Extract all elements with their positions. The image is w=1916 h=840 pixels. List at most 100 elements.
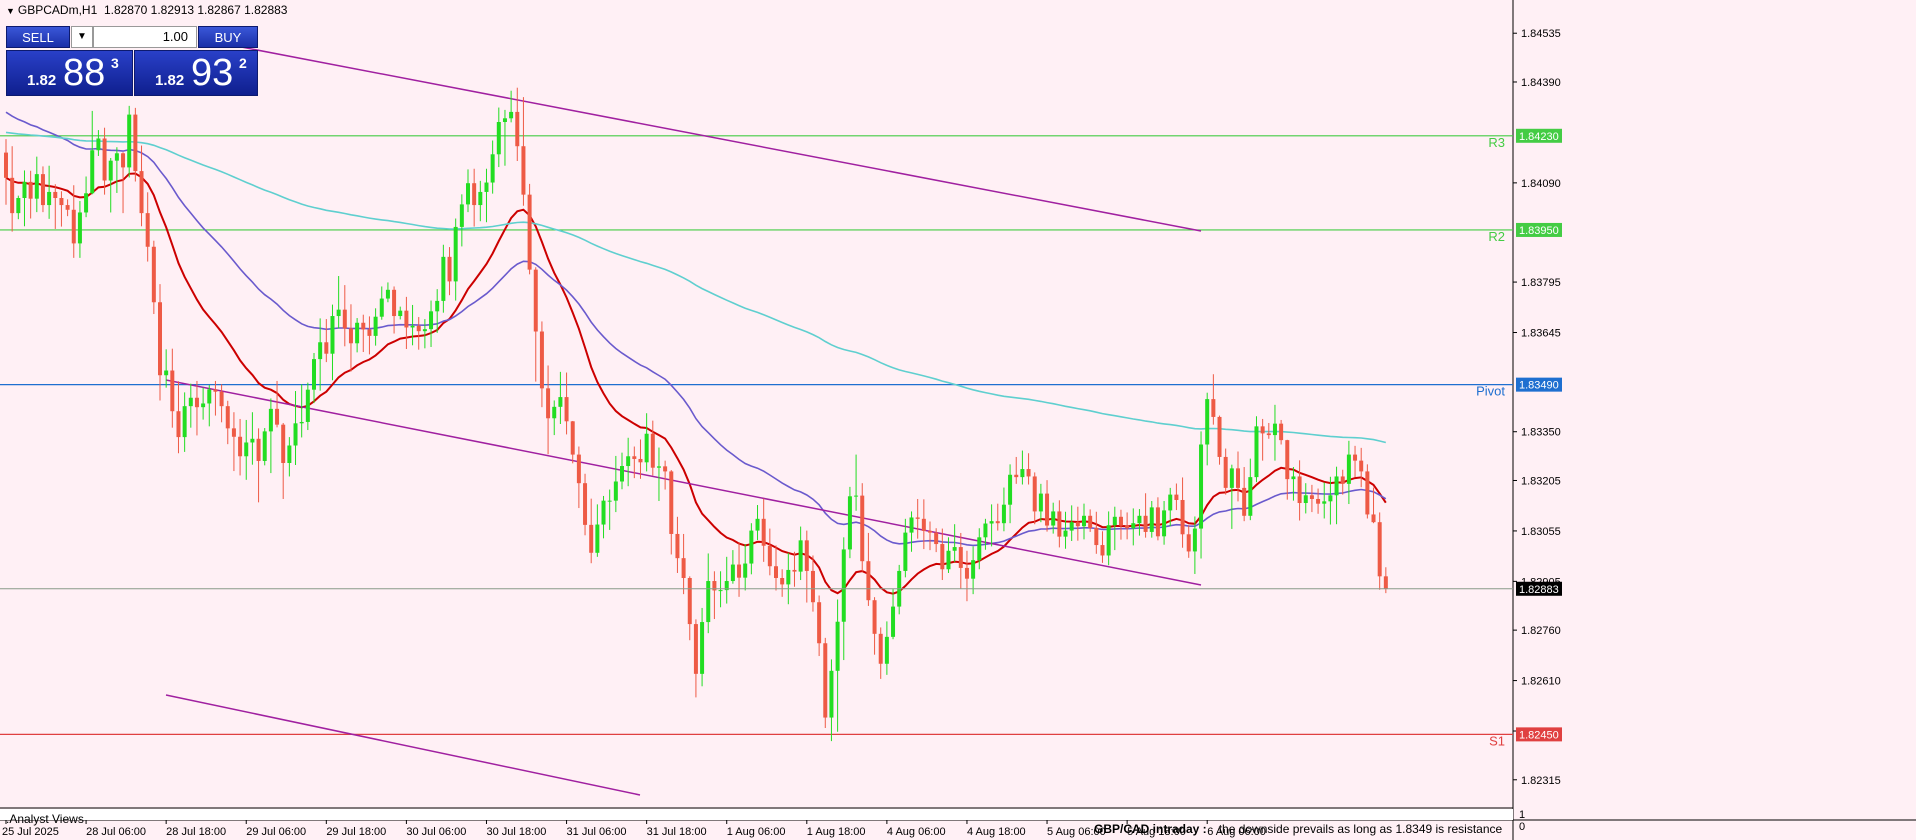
candle-body[interactable]	[1192, 528, 1197, 552]
candle-body[interactable]	[1125, 525, 1130, 529]
candle-body[interactable]	[59, 198, 64, 206]
candle-body[interactable]	[1038, 493, 1043, 512]
candle-body[interactable]	[459, 204, 464, 227]
candle-body[interactable]	[385, 289, 390, 299]
candle-body[interactable]	[964, 567, 969, 579]
candle-body[interactable]	[940, 544, 945, 570]
candle-body[interactable]	[847, 496, 852, 550]
candle-body[interactable]	[1143, 515, 1148, 532]
candle-body[interactable]	[891, 606, 896, 637]
candle-body[interactable]	[1063, 530, 1068, 537]
candle-body[interactable]	[601, 500, 606, 525]
candle-body[interactable]	[47, 191, 52, 206]
candle-body[interactable]	[392, 289, 397, 317]
candle-body[interactable]	[952, 547, 957, 551]
chart-window[interactable]: R3 R2 Pivot S1 1.84535 1.84390 1.84090 1.83795…	[0, 0, 1916, 840]
candle-body[interactable]	[1303, 495, 1308, 504]
buy-button[interactable]: BUY	[198, 26, 258, 48]
candle-body[interactable]	[767, 545, 772, 567]
candle-body[interactable]	[817, 602, 822, 644]
candle-body[interactable]	[546, 388, 551, 419]
candle-body[interactable]	[1383, 576, 1388, 589]
candle-body[interactable]	[330, 316, 335, 354]
candle-body[interactable]	[638, 458, 643, 463]
candle-body[interactable]	[737, 564, 742, 578]
candle-body[interactable]	[1316, 498, 1321, 504]
candle-body[interactable]	[564, 397, 569, 422]
candle-body[interactable]	[1377, 522, 1382, 577]
candle-body[interactable]	[435, 300, 440, 312]
sell-button[interactable]: SELL	[6, 26, 70, 48]
candle-body[interactable]	[478, 191, 483, 206]
candle-body[interactable]	[1057, 511, 1062, 537]
candle-body[interactable]	[1309, 495, 1314, 499]
candle-body[interactable]	[1168, 494, 1173, 511]
candle-body[interactable]	[804, 540, 809, 571]
candle-body[interactable]	[1266, 433, 1271, 436]
candle-body[interactable]	[416, 325, 421, 332]
candle-body[interactable]	[675, 533, 680, 559]
candle-body[interactable]	[1051, 511, 1056, 526]
candle-body[interactable]	[502, 118, 507, 123]
candle-body[interactable]	[133, 114, 138, 172]
candle-body[interactable]	[946, 550, 951, 570]
candle-body[interactable]	[158, 302, 162, 376]
candle-body[interactable]	[1291, 476, 1296, 480]
candle-body[interactable]	[730, 564, 735, 582]
candle-body[interactable]	[102, 138, 107, 181]
candle-body[interactable]	[1223, 456, 1228, 488]
candle-body[interactable]	[1236, 468, 1240, 488]
candle-body[interactable]	[687, 578, 692, 625]
candle-body[interactable]	[841, 549, 846, 622]
candle-body[interactable]	[373, 316, 378, 336]
candle-body[interactable]	[10, 177, 15, 214]
candle-body[interactable]	[77, 212, 82, 244]
candle-body[interactable]	[1199, 444, 1204, 529]
candle-body[interactable]	[1365, 471, 1370, 515]
candle-body[interactable]	[1217, 416, 1222, 457]
candle-body[interactable]	[1248, 477, 1253, 516]
candle-body[interactable]	[527, 194, 532, 270]
candle-body[interactable]	[860, 495, 865, 562]
candle-body[interactable]	[755, 518, 760, 531]
candle-body[interactable]	[34, 174, 39, 199]
candle-body[interactable]	[1205, 399, 1210, 445]
candle-body[interactable]	[484, 182, 489, 192]
candle-body[interactable]	[613, 481, 618, 501]
candle-body[interactable]	[355, 322, 360, 344]
candle-body[interactable]	[348, 328, 353, 344]
candle-body[interactable]	[176, 411, 181, 438]
candle-body[interactable]	[201, 403, 206, 408]
candle-body[interactable]	[1322, 501, 1327, 504]
candle-body[interactable]	[1001, 504, 1006, 524]
candle-body[interactable]	[921, 518, 926, 531]
candle-body[interactable]	[810, 570, 815, 603]
candle-body[interactable]	[909, 517, 914, 533]
candle-body[interactable]	[1106, 525, 1111, 556]
candle-body[interactable]	[1088, 515, 1093, 528]
candle-body[interactable]	[509, 111, 514, 119]
candle-body[interactable]	[1162, 510, 1167, 537]
candle-body[interactable]	[121, 153, 126, 168]
candle-body[interactable]	[410, 325, 415, 328]
buy-price-box[interactable]: 1.82 93 2	[134, 50, 258, 96]
candle-body[interactable]	[995, 521, 1000, 524]
candle-body[interactable]	[422, 329, 427, 332]
candle-body[interactable]	[490, 154, 495, 183]
candle-body[interactable]	[1371, 514, 1376, 523]
candle-body[interactable]	[324, 342, 329, 354]
candle-body[interactable]	[570, 421, 575, 455]
candle-body[interactable]	[1340, 476, 1345, 484]
candle-body[interactable]	[108, 160, 113, 181]
candle-body[interactable]	[472, 183, 477, 206]
candle-body[interactable]	[1254, 426, 1259, 478]
candle-body[interactable]	[299, 421, 304, 424]
candle-body[interactable]	[1279, 423, 1284, 441]
candle-body[interactable]	[22, 181, 27, 199]
candle-body[interactable]	[250, 438, 255, 443]
candle-body[interactable]	[983, 523, 988, 538]
candle-body[interactable]	[429, 311, 434, 330]
candle-body[interactable]	[145, 213, 150, 247]
candle-body[interactable]	[1100, 545, 1105, 556]
candle-body[interactable]	[595, 524, 600, 553]
